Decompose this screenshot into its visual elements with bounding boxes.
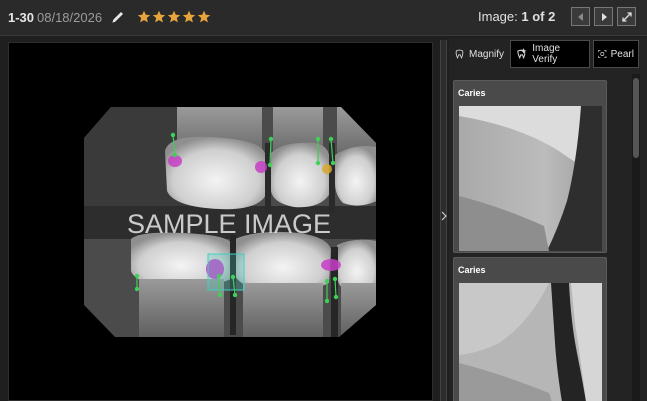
finding-crop-image[interactable] [459, 106, 602, 251]
xray-viewer[interactable]: SAMPLE IMAGE [8, 42, 433, 401]
tab-pearl[interactable]: Pearl [593, 40, 639, 68]
chevron-right-icon [601, 12, 607, 21]
finding-crop-image[interactable] [459, 283, 602, 401]
finding-label: Caries [458, 88, 486, 98]
restoration-marker[interactable] [322, 164, 332, 174]
image-of: of [532, 9, 545, 24]
caries-marker[interactable] [255, 161, 267, 173]
rating-stars[interactable] [137, 10, 211, 24]
tab-pearl-label: Pearl [610, 48, 634, 60]
selected-finding-box[interactable] [207, 253, 245, 291]
tab-image-verify[interactable]: Image Verify [510, 40, 590, 68]
finding-card[interactable]: Caries [453, 257, 607, 401]
tooth-magnify-icon [455, 49, 464, 60]
image-total: 2 [548, 9, 556, 24]
previous-image-button[interactable] [571, 7, 590, 26]
record-date: 08/18/2026 [37, 10, 103, 25]
star-icon[interactable] [167, 10, 181, 24]
findings-panel: Magnify Image Verify Pearl Caries Caries [449, 38, 647, 401]
image-index: 1 [521, 9, 529, 24]
star-icon[interactable] [197, 10, 211, 24]
image-verify-icon [517, 48, 527, 60]
chevron-left-icon [577, 12, 583, 21]
finding-card[interactable]: Caries [453, 80, 607, 253]
tab-magnify-label: Magnify [468, 48, 504, 60]
star-icon[interactable] [152, 10, 166, 24]
tab-image-verify-label: Image Verify [532, 43, 561, 65]
splitter-grip-icon[interactable] [441, 205, 447, 227]
caries-marker[interactable] [321, 259, 341, 271]
star-icon[interactable] [182, 10, 196, 24]
pencil-icon[interactable] [110, 9, 126, 25]
next-image-button[interactable] [594, 7, 613, 26]
watermark-text: SAMPLE IMAGE [127, 209, 331, 239]
star-icon[interactable] [137, 10, 151, 24]
record-id: 1-30 [8, 10, 35, 25]
fullscreen-button[interactable] [617, 7, 636, 26]
image-counter-label: Image: [478, 9, 518, 24]
finding-label: Caries [458, 265, 486, 275]
pearl-icon [598, 49, 607, 59]
top-bar: 1-30 08/18/2026 Image: 1 of 2 [0, 0, 647, 36]
findings-scrollbar-thumb[interactable] [633, 78, 639, 158]
tab-magnify[interactable]: Magnify [450, 40, 508, 68]
image-counter: Image: 1 of 2 [478, 9, 555, 24]
xray-canvas[interactable]: SAMPLE IMAGE [9, 43, 433, 401]
expand-icon [621, 11, 632, 22]
